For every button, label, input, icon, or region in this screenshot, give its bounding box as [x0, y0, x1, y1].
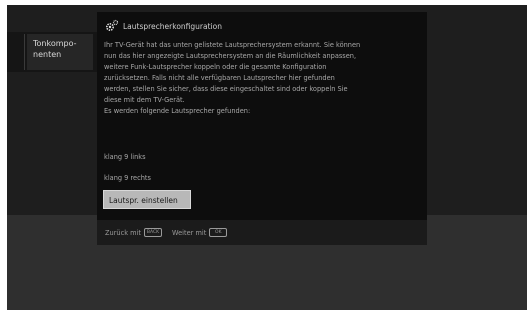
dialog-description: Ihr TV-Gerät hat das unten gelistete Lau… [104, 40, 422, 117]
next-hint: Weiter mit OK [171, 228, 228, 237]
side-menu: Tonkompo- nenten [7, 32, 97, 72]
back-hint-label: Zurück mit [105, 228, 141, 237]
description-line: diese mit dem TV-Gerät. [104, 96, 185, 104]
speaker-list-item: klang 9 links [104, 153, 146, 161]
description-line: Es werden folgende Lautsprecher gefunden… [104, 107, 251, 115]
ok-key-icon: OK [209, 228, 228, 237]
configure-speakers-button[interactable]: Lautspr. einstellen [103, 190, 191, 209]
side-menu-item-sound-components[interactable]: Tonkompo- nenten [27, 34, 93, 70]
dialog-title: Lautsprecherkonfiguration [123, 21, 222, 31]
dialog-footer: Zurück mit BACK Weiter mit OK [97, 220, 427, 245]
side-menu-item-label: Tonkompo- nenten [33, 39, 77, 59]
side-menu-item-previous[interactable] [7, 34, 25, 70]
description-line: Ihr TV-Gerät hat das unten gelistete Lau… [104, 41, 361, 49]
description-line: werden, stellen Sie sicher, dass diese e… [104, 85, 348, 93]
gear-icon [105, 19, 119, 32]
back-key-icon: BACK [143, 228, 162, 237]
description-line: nun das hier angezeigte Lautsprechersyst… [104, 52, 357, 60]
speaker-list-item: klang 9 rechts [104, 174, 151, 182]
next-hint-label: Weiter mit [171, 228, 207, 237]
description-line: zurücksetzen. Falls nicht alle verfügbar… [104, 74, 335, 82]
speaker-config-dialog: Lautsprecherkonfiguration Ihr TV-Gerät h… [97, 12, 427, 245]
back-hint: Zurück mit BACK [105, 228, 162, 237]
dialog-title-row: Lautsprecherkonfiguration [105, 19, 222, 33]
description-line: weitere Funk-Lautsprecher koppeln oder d… [104, 63, 327, 71]
tv-screen: Tonkompo- nenten Lautsprecherkonfigurati… [7, 5, 527, 310]
